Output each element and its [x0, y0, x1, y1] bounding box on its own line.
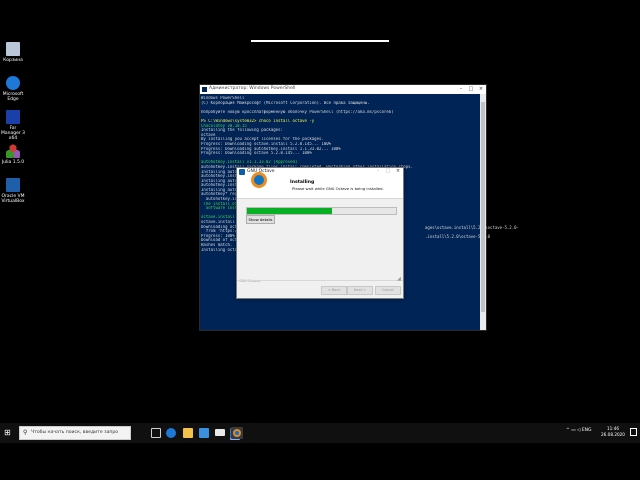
octave-taskbar-icon[interactable]: [233, 429, 241, 437]
mail-icon[interactable]: [215, 429, 225, 436]
network-icon[interactable]: ▭: [571, 428, 575, 433]
desktop-icon-recycle-bin[interactable]: Корзина: [0, 42, 26, 63]
maximize-button[interactable]: □: [466, 85, 476, 94]
cancel-button[interactable]: Cancel: [375, 286, 401, 295]
task-view-icon[interactable]: [151, 428, 161, 438]
minimize-button[interactable]: –: [456, 85, 466, 94]
dialog-subheading: Please wait while GNU Octave is being in…: [292, 186, 384, 191]
dialog-close-button[interactable]: ×: [393, 167, 403, 176]
taskbar-search-box[interactable]: ⚲ Чтобы начать поиск, введите запро: [19, 426, 131, 440]
far-manager-icon: [6, 110, 20, 124]
julia-icon: [6, 144, 20, 158]
powershell-scrollbar[interactable]: [480, 94, 486, 330]
back-button[interactable]: < Back: [321, 286, 347, 295]
recycle-bin-icon: [6, 42, 20, 56]
desktop-icon-edge[interactable]: Microsoft Edge: [0, 76, 26, 102]
volume-icon[interactable]: ◁: [577, 428, 580, 433]
explorer-icon[interactable]: [183, 428, 193, 438]
desktop-icon-label: Julia 1.5.0: [1, 160, 25, 165]
desktop-icon-far-manager[interactable]: Far Manager 3 x64: [0, 110, 26, 141]
resize-grip-icon[interactable]: ◢: [397, 276, 401, 282]
search-icon: ⚲: [23, 429, 28, 436]
notification-center-icon[interactable]: [630, 428, 637, 436]
install-progress-bar: [246, 207, 397, 215]
octave-icon: [239, 169, 245, 175]
language-indicator[interactable]: ENG: [582, 428, 592, 433]
system-tray[interactable]: ^ ▭ ◁ ENG: [566, 428, 592, 433]
taskbar-clock[interactable]: 11:46 26.08.2020: [600, 426, 626, 438]
start-button[interactable]: ⊞: [4, 428, 13, 437]
clock-date: 26.08.2020: [601, 432, 625, 437]
dialog-minimize-button[interactable]: –: [373, 167, 383, 176]
top-progress-line: [251, 40, 389, 42]
powershell-icon: [202, 87, 207, 92]
powershell-titlebar[interactable]: Администратор: Windows PowerShell – □ ×: [200, 85, 486, 94]
install-progress-fill: [247, 208, 332, 214]
store-icon[interactable]: [199, 428, 209, 438]
dialog-separator: [237, 280, 403, 281]
chevron-up-icon[interactable]: ^: [566, 428, 570, 433]
desktop-icon-virtualbox[interactable]: Oracle VM VirtualBox: [0, 178, 26, 204]
powershell-title: Администратор: Windows PowerShell: [209, 86, 296, 91]
edge-icon: [6, 76, 20, 90]
show-details-button[interactable]: Show details: [246, 215, 275, 224]
close-button[interactable]: ×: [476, 85, 486, 94]
next-button[interactable]: Next >: [347, 286, 373, 295]
desktop-icon-label: Far Manager 3 x64: [0, 126, 26, 141]
dialog-maximize-button[interactable]: □: [383, 167, 393, 176]
desktop-icon-julia[interactable]: Julia 1.5.0: [0, 144, 26, 165]
console-right-fragment: ages\octave.install\5.2.0\octave-5.2.0-: [425, 225, 519, 230]
search-placeholder: Чтобы начать поиск, введите запро: [31, 430, 119, 435]
installer-dialog[interactable]: GNU Octave – □ × Installing Please wait …: [236, 167, 404, 299]
desktop-icon-label: Oracle VM VirtualBox: [1, 194, 25, 204]
dialog-header: Installing Please wait while GNU Octave …: [237, 172, 403, 199]
scrollbar-thumb[interactable]: [481, 102, 485, 312]
dialog-heading: Installing: [290, 180, 315, 185]
virtualbox-icon: [6, 178, 20, 192]
edge-taskbar-icon[interactable]: [166, 428, 176, 438]
desktop-icon-label: Microsoft Edge: [2, 92, 24, 102]
octave-logo-icon: [251, 172, 267, 188]
taskbar: ⊞ ⚲ Чтобы начать поиск, введите запро ^ …: [0, 423, 640, 443]
desktop-icon-label: Корзина: [3, 58, 23, 63]
